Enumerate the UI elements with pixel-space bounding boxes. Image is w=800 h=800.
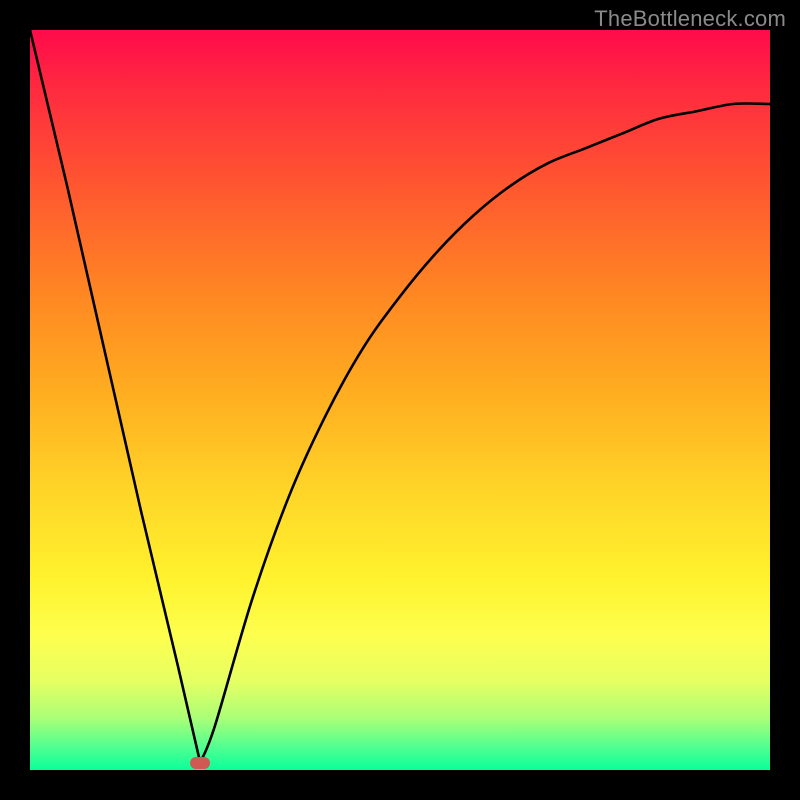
bottleneck-curve xyxy=(30,30,770,763)
chart-frame: TheBottleneck.com xyxy=(0,0,800,800)
min-marker xyxy=(190,757,210,769)
curve-svg xyxy=(30,30,770,770)
watermark-text: TheBottleneck.com xyxy=(594,6,786,32)
plot-area xyxy=(30,30,770,770)
